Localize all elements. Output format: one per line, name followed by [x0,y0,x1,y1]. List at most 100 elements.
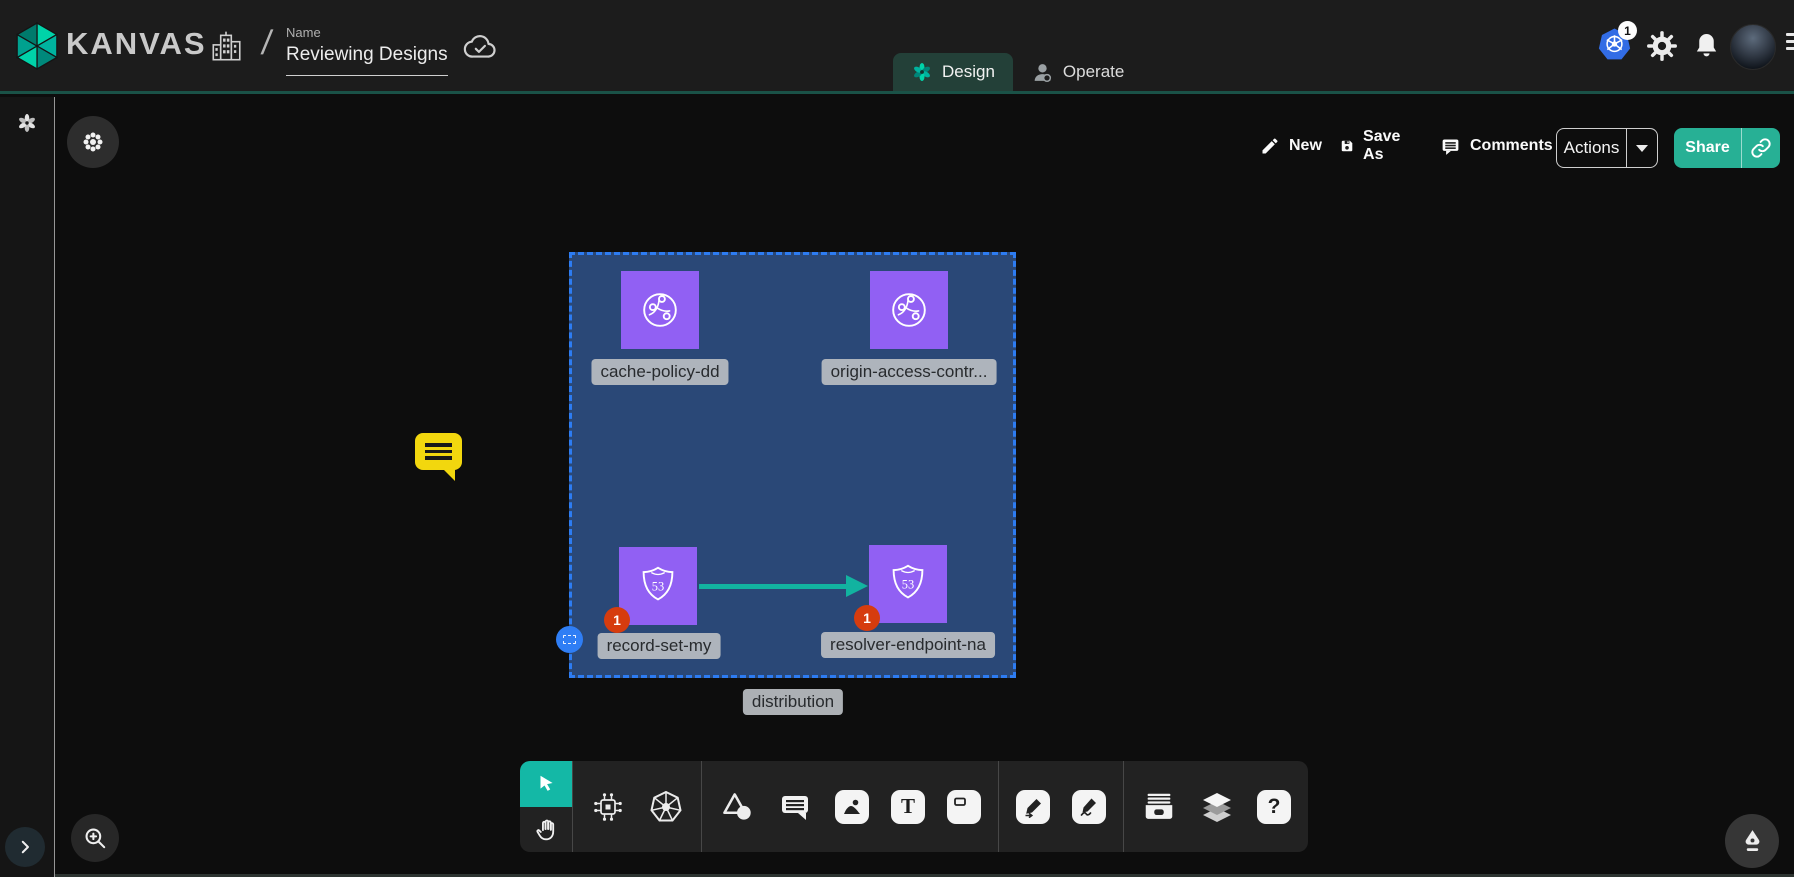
new-button[interactable]: New [1260,131,1322,161]
name-field-label: Name [286,25,448,40]
route53-shield-icon: 53 [635,563,681,609]
edge-arrowhead [846,575,868,597]
cloudfront-globe-icon [886,287,932,333]
kubernetes-context-button[interactable]: 1 [1596,26,1636,66]
comments-label: Comments [1470,137,1553,155]
tab-operate[interactable]: Operate [1013,53,1142,91]
kubernetes-badge[interactable]: 1 [1618,21,1637,40]
actions-dropdown-button[interactable] [1627,129,1657,167]
group-label-distribution[interactable]: distribution [743,689,843,715]
magnifier-plus-icon [82,825,108,851]
group-select-handle[interactable] [556,626,583,653]
freehand-draw-tool[interactable] [1072,790,1106,824]
node-label-cache-policy[interactable]: cache-policy-dd [591,359,728,385]
edge-draw-tool[interactable] [1016,790,1050,824]
share-split-button[interactable]: Share [1674,128,1780,168]
design-name-field-wrap: Name [286,25,448,76]
shapes-tool[interactable] [719,789,755,825]
cursor-tools-column [520,761,572,852]
freehand-pencil-icon [1078,796,1100,818]
edge-record-to-resolver[interactable] [699,584,849,589]
pointer-tool[interactable] [520,761,572,807]
node-resolver-endpoint[interactable]: 53 [869,545,947,623]
operate-person-icon [1031,61,1054,84]
save-as-button[interactable]: Save As [1340,131,1406,161]
drawer-icon [1141,790,1177,824]
caret-down-icon [1636,145,1648,152]
comment-tool[interactable] [777,789,813,825]
node-label-resolver-endpoint[interactable]: resolver-endpoint-na [821,632,995,658]
resolver-issue-badge[interactable]: 1 [854,605,880,631]
kanvas-logo-icon [14,22,60,70]
integration-chip-icon [591,790,625,824]
text-tool[interactable]: T [891,790,925,824]
meshery-pinwheel-icon[interactable] [16,112,38,134]
comment-tool-icon [778,790,812,824]
design-pen-fab[interactable] [1725,814,1779,868]
actions-label[interactable]: Actions [1557,129,1626,167]
canvas-comment-marker[interactable] [415,433,462,473]
node-cache-policy[interactable] [621,271,699,349]
text-tool-glyph: T [901,794,915,819]
pencil-icon [1260,136,1280,156]
zoom-in-button[interactable] [71,814,119,862]
layers-icon [1199,788,1235,826]
copy-link-button[interactable] [1742,128,1780,168]
settings-gear-icon[interactable] [1646,30,1678,62]
note-tool[interactable] [947,790,981,824]
link-icon [1750,137,1772,159]
comment-bubble-icon [1440,136,1461,157]
bottom-tool-dock: T [520,761,1308,852]
new-label: New [1289,137,1322,155]
kubernetes-tool[interactable] [648,789,684,825]
breadcrumb-slash: / [259,24,274,63]
logo-wordmark: KANVAS [66,26,207,62]
design-swirl-icon [911,61,933,83]
tab-design[interactable]: Design [893,53,1013,91]
image-icon [842,797,862,817]
mode-tabs: Design Operate [893,53,1142,91]
sidebar-expand-button[interactable] [5,827,45,867]
layers-tool[interactable] [1199,789,1235,825]
svg-text:53: 53 [652,579,664,593]
pen-nib-icon [1739,828,1766,855]
help-tool[interactable]: ? [1257,790,1291,824]
route53-shield-icon: 53 [885,561,931,607]
node-record-set[interactable]: 53 [619,547,697,625]
library-tools-section: ? [1124,761,1308,852]
node-label-origin-access[interactable]: origin-access-contr... [822,359,997,385]
flower-gear-icon [81,130,105,154]
record-set-issue-badge[interactable]: 1 [604,607,630,633]
node-origin-access-control[interactable] [870,271,948,349]
shapes-icon [721,791,753,823]
kubernetes-wheel-icon [648,789,684,825]
menu-hamburger-icon[interactable] [1786,33,1794,54]
comment-marker-icon [415,433,462,470]
canvas-widgets-button[interactable] [67,116,119,168]
group-rect-icon [563,635,576,644]
design-name-input[interactable] [286,42,448,76]
kanvas-app: KANVAS / Name [0,0,1794,877]
chevron-right-icon [16,838,34,856]
svg-text:53: 53 [902,577,914,591]
pan-hand-tool[interactable] [520,807,572,853]
comments-button[interactable]: Comments [1440,131,1553,161]
organization-icon[interactable] [208,28,244,66]
help-glyph: ? [1268,795,1281,819]
annotation-tools-section: T [702,761,998,852]
share-label[interactable]: Share [1674,128,1741,168]
components-drawer-tool[interactable] [1141,789,1177,825]
drawing-tools-section [999,761,1123,852]
save-floppy-icon [1340,136,1354,156]
save-as-label: Save As [1363,128,1406,164]
integrations-tool[interactable] [590,789,626,825]
user-avatar[interactable] [1730,24,1776,70]
header-bar: KANVAS / Name [0,0,1794,94]
actions-split-button[interactable]: Actions [1556,128,1658,168]
node-label-record-set[interactable]: record-set-my [598,633,721,659]
notifications-bell-icon[interactable] [1692,30,1721,61]
cloud-sync-icon[interactable] [462,30,498,64]
hand-icon [534,817,558,841]
image-tool[interactable] [835,790,869,824]
comment-marker-tail [442,468,455,481]
